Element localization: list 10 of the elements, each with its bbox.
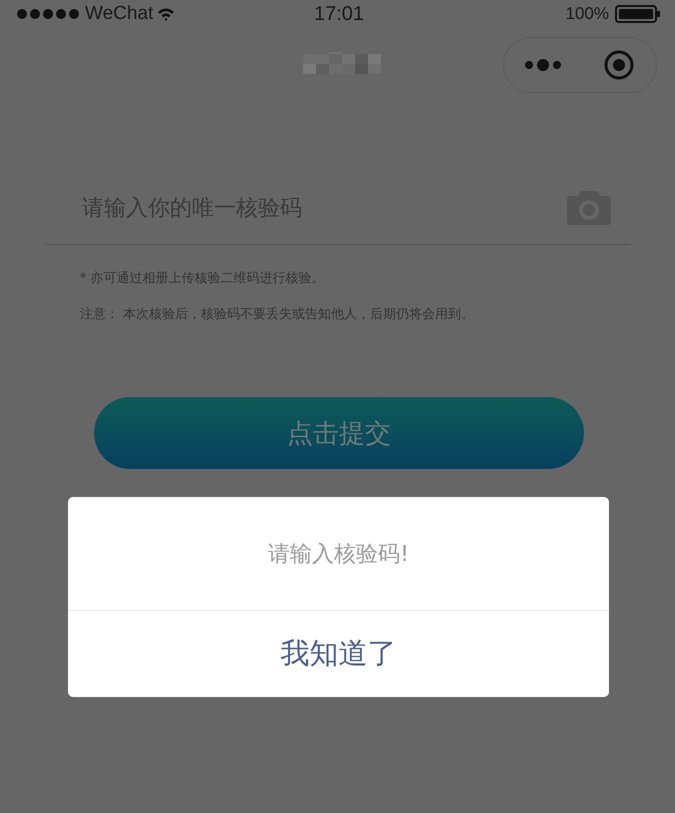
battery-percent: 100% [566, 4, 609, 24]
battery-icon [615, 5, 661, 23]
signal-icon [17, 9, 81, 19]
confirm-button[interactable]: 我知道了 [68, 611, 609, 697]
clock-time: 17:01 [314, 2, 364, 26]
close-icon[interactable] [603, 49, 635, 81]
dialog-message: 请输入核验码! [68, 497, 609, 611]
carrier-name: WeChat [85, 3, 154, 25]
wifi-icon [157, 7, 176, 21]
more-icon[interactable] [525, 59, 561, 71]
